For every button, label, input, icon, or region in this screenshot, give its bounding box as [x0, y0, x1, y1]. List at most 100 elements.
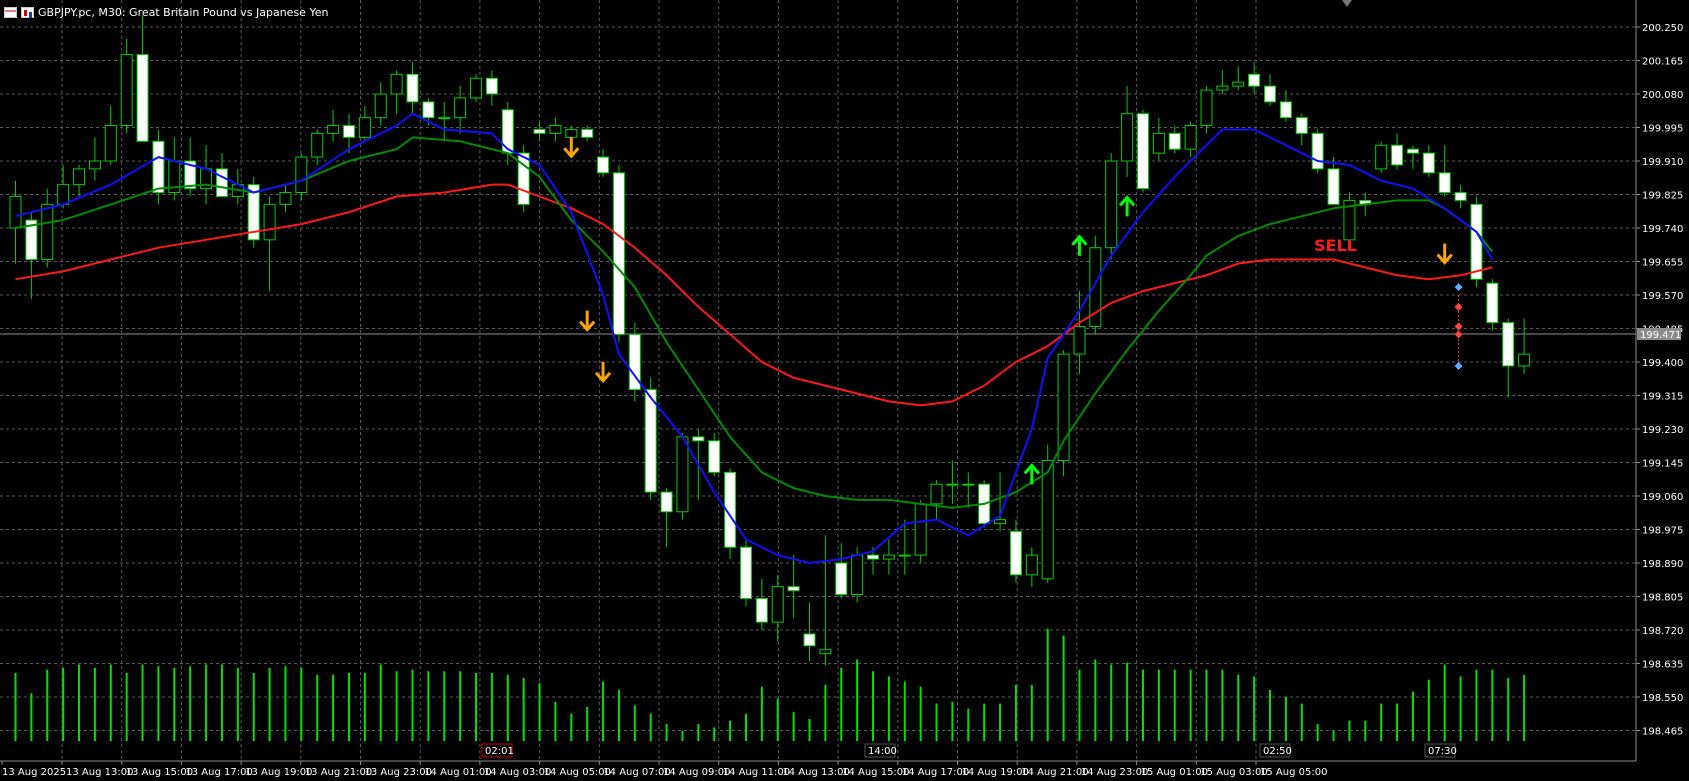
candle-body — [787, 586, 800, 592]
candle-body — [692, 436, 705, 442]
time-tick-label: 15 Aug 05:00 — [1260, 767, 1327, 778]
price-tick-label: 198.635 — [1642, 660, 1683, 671]
chart-shift-marker[interactable] — [1342, 0, 1352, 7]
candle-body — [422, 101, 435, 119]
price-tick-label: 198.805 — [1642, 593, 1683, 604]
candle — [1454, 184, 1467, 209]
sell-arrow-icon — [563, 137, 580, 159]
time-axis[interactable]: 13 Aug 2025 13 Aug 13:0013 Aug 15:0013 Au… — [1, 761, 1327, 778]
candle-body — [851, 554, 864, 596]
candle — [724, 468, 737, 560]
time-tick-label: 13 Aug 2025 — [2, 767, 66, 778]
time-tick-label: 13 Aug 13:00 — [66, 767, 133, 778]
chart-header: GBPJPY.pc, M30: Great Britain Pound vs J… — [4, 3, 328, 21]
price-tick-label: 199.910 — [1642, 157, 1683, 168]
candle — [311, 129, 324, 165]
sell-arrow-icon — [579, 310, 596, 332]
candle-body — [549, 125, 562, 134]
candle-body — [1327, 168, 1340, 205]
time-tick-label: 13 Aug 15:00 — [126, 767, 193, 778]
candle — [755, 578, 768, 630]
candle-body — [1311, 132, 1324, 170]
candle — [470, 74, 483, 102]
time-tick-label: 13 Aug 23:00 — [365, 767, 432, 778]
candle-body — [279, 192, 292, 205]
candle-body — [1438, 172, 1451, 194]
candle-body — [295, 156, 308, 194]
price-tick-label: 199.655 — [1642, 258, 1683, 269]
candle — [454, 86, 467, 134]
candle — [88, 137, 101, 181]
candle-body — [1264, 85, 1277, 103]
trade-marker — [1454, 322, 1463, 331]
time-tick-label: 14 Aug 13:00 — [782, 767, 849, 778]
candle — [136, 15, 149, 142]
time-tick-label: 13 Aug 21:00 — [305, 767, 372, 778]
price-tick-label: 198.465 — [1642, 727, 1683, 738]
chart-window-icon[interactable] — [4, 6, 17, 18]
candle — [612, 164, 625, 343]
price-chart[interactable]: SELL 200.250 200.165 200.080 199.995 199.910… — [0, 0, 1689, 781]
candle — [104, 105, 117, 165]
candle-body — [597, 156, 610, 174]
price-tick-label: 200.080 — [1642, 90, 1683, 101]
candle-body — [374, 93, 387, 119]
candle-body — [358, 117, 371, 138]
candle-body — [898, 554, 911, 557]
moving-average-lines — [15, 112, 1494, 564]
candle-body — [1057, 353, 1070, 462]
candle — [1057, 350, 1070, 477]
candle-body — [994, 519, 1007, 525]
candle-body — [1136, 113, 1149, 190]
time-markers: 02:01 14:00 02:50 07:30 — [481, 743, 1457, 758]
trade-marker — [1454, 330, 1463, 339]
sell-arrow-icon — [1436, 243, 1453, 265]
candle-body — [104, 125, 117, 162]
candle-body — [1375, 144, 1388, 170]
candle — [1375, 141, 1388, 173]
candle-body — [1105, 160, 1118, 249]
candle-body — [406, 73, 419, 103]
chart-type-icon[interactable] — [21, 6, 34, 18]
time-marker: 02:50 — [1259, 743, 1292, 758]
candle — [1152, 117, 1165, 161]
candle-body — [1216, 85, 1229, 91]
candle — [1216, 70, 1229, 94]
candle — [1406, 145, 1419, 169]
chart-grid — [0, 0, 1636, 761]
candle — [739, 539, 752, 607]
candle — [597, 149, 610, 177]
candle-body — [1232, 81, 1245, 87]
candle-body — [946, 483, 959, 486]
candle — [930, 480, 943, 520]
candle — [1391, 133, 1404, 169]
candle — [41, 188, 54, 268]
candle-body — [1454, 192, 1467, 201]
time-tick-label: 13 Aug 19:00 — [245, 767, 312, 778]
candle-body — [1279, 101, 1292, 119]
price-tick-label: 199.740 — [1642, 224, 1683, 235]
candle-body — [581, 128, 594, 138]
candle — [533, 121, 546, 142]
candle-body — [1168, 132, 1181, 150]
candle-body — [565, 128, 578, 138]
time-tick-label: 13 Aug 17:00 — [185, 767, 252, 778]
candle — [1232, 66, 1245, 91]
price-tick-label: 199.995 — [1642, 124, 1683, 135]
time-tick-label: 14 Aug 23:00 — [1081, 767, 1148, 778]
candle-body — [1295, 117, 1308, 134]
trade-marker — [1454, 302, 1463, 311]
candle-body — [1121, 113, 1134, 162]
price-tick-label: 199.145 — [1642, 459, 1683, 470]
candle — [1295, 113, 1308, 146]
candle-body — [73, 168, 86, 186]
time-tick-label: 14 Aug 01:00 — [424, 767, 491, 778]
candle-body — [644, 389, 657, 493]
sell-signal-label: SELL — [1314, 236, 1357, 255]
candle-body — [1518, 353, 1531, 367]
candle — [1136, 109, 1149, 193]
candle-body — [803, 633, 816, 647]
time-marker: 02:01 — [481, 743, 514, 758]
time-tick-label: 14 Aug 07:00 — [603, 767, 670, 778]
candle — [1422, 145, 1435, 177]
